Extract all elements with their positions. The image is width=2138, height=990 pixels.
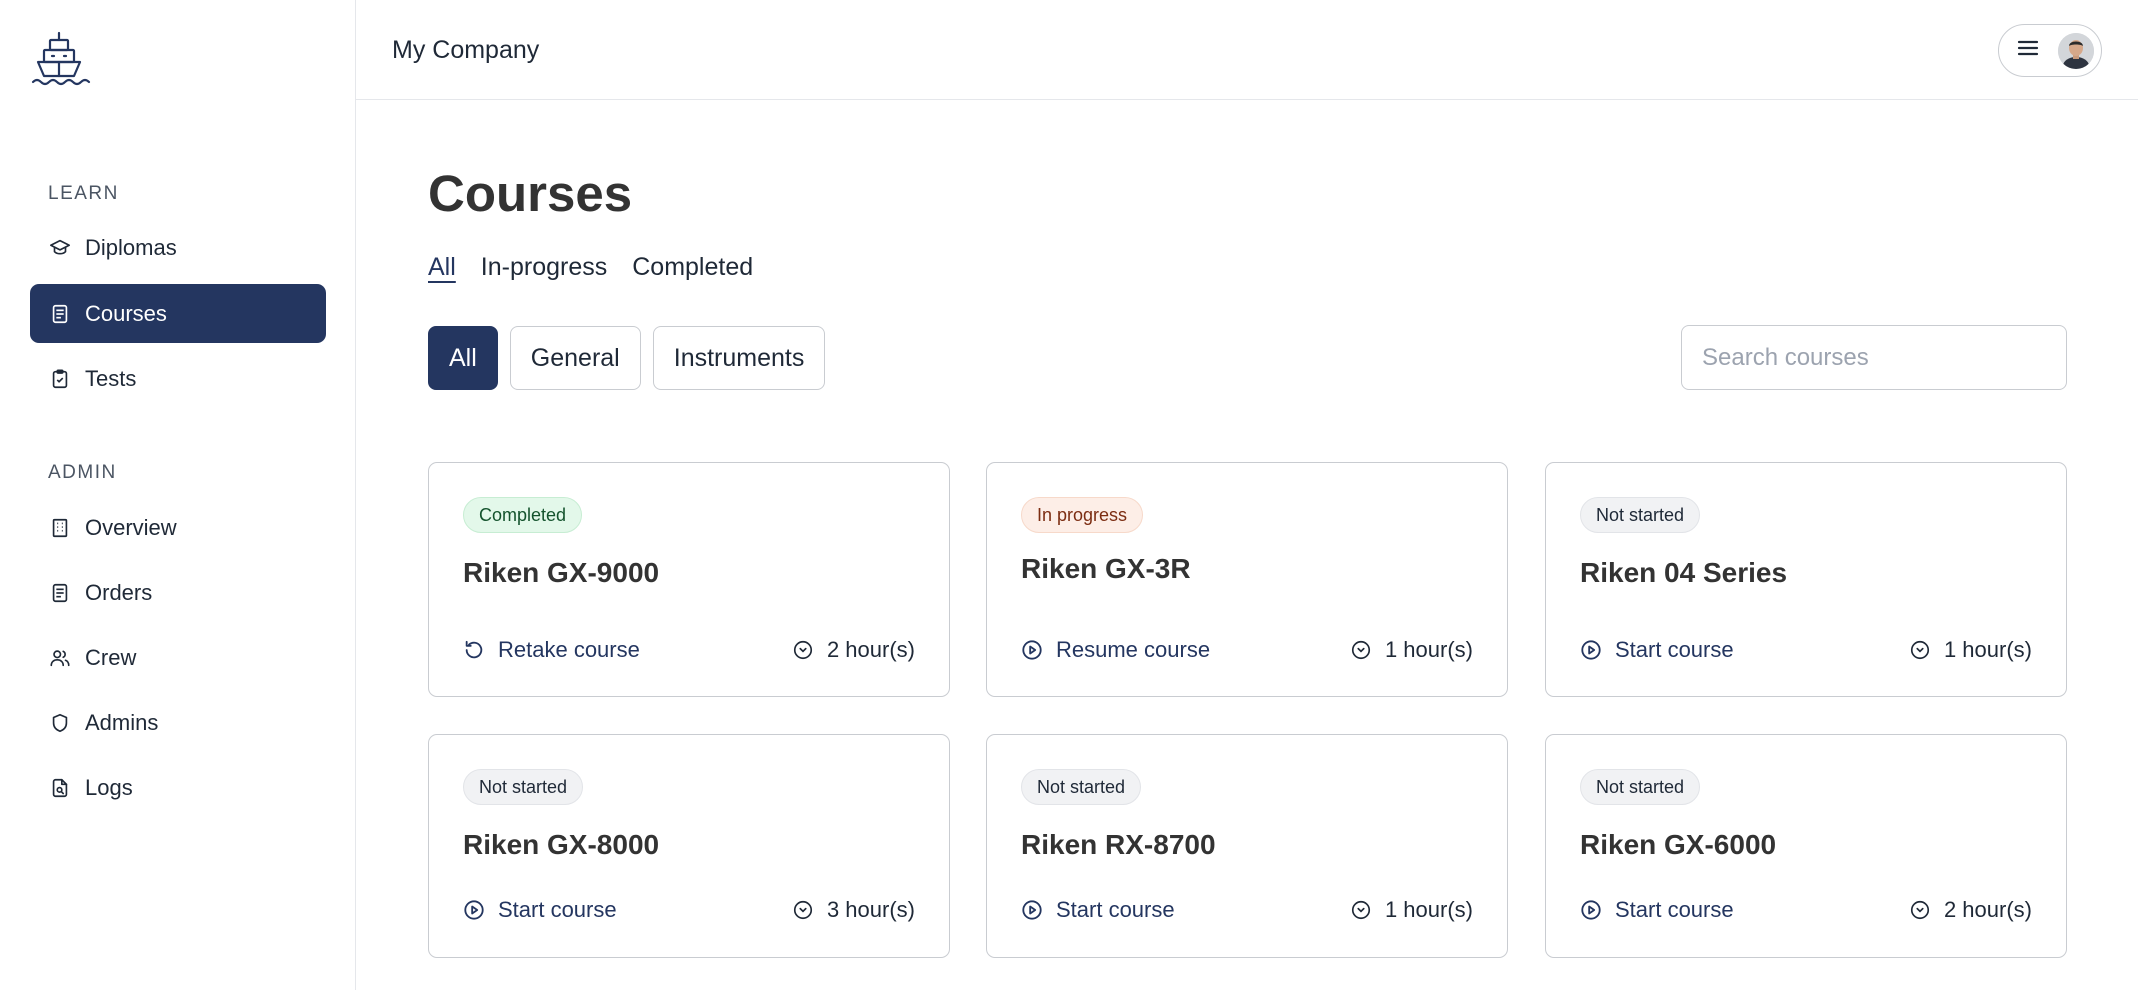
sidebar-item-label: Overview: [85, 514, 177, 540]
clock-icon: [1351, 900, 1371, 920]
user-menu-button[interactable]: [1998, 24, 2102, 77]
play-circle-icon: [464, 900, 484, 920]
clock-icon: [793, 900, 813, 920]
sidebar-item-logs[interactable]: Logs: [30, 758, 326, 817]
sidebar-item-tests[interactable]: Tests: [30, 349, 326, 408]
section-label-admin: ADMIN: [48, 462, 117, 483]
course-title: Riken 04 Series: [1580, 557, 1788, 588]
page-title: Courses: [428, 165, 633, 222]
status-badge: Not started: [1580, 497, 1701, 533]
sidebar-item-diplomas[interactable]: Diplomas: [30, 218, 326, 277]
status-badge: Not started: [463, 769, 584, 805]
resume-course-button[interactable]: Resume course: [1021, 637, 1210, 663]
tab-completed[interactable]: Completed: [632, 253, 753, 286]
play-circle-icon: [1581, 640, 1601, 660]
filter-instruments-button[interactable]: Instruments: [652, 326, 826, 390]
sidebar-item-overview[interactable]: Overview: [30, 498, 326, 557]
course-duration: 2 hour(s): [792, 637, 915, 663]
course-title: Riken GX-9000: [463, 557, 660, 588]
topbar: My Company: [356, 0, 2138, 100]
sidebar-item-label: Logs: [85, 774, 133, 800]
action-label: Resume course: [1056, 637, 1211, 662]
course-duration: 2 hour(s): [1909, 897, 2032, 923]
duration-value: 1 hour(s): [1384, 637, 1473, 662]
sidebar-item-label: Diplomas: [85, 234, 177, 260]
filter-all-button[interactable]: All: [428, 326, 498, 390]
start-course-button[interactable]: Start course: [463, 897, 617, 923]
course-duration: 3 hour(s): [792, 897, 915, 923]
course-title: Riken GX-3R: [1021, 553, 1191, 584]
course-card[interactable]: Not started Riken GX-6000 Start course 2…: [1545, 734, 2067, 958]
course-title: Riken GX-8000: [463, 829, 660, 860]
graduation-cap-icon: [48, 236, 72, 260]
duration-value: 2 hour(s): [826, 637, 915, 662]
clipboard-check-icon: [48, 367, 72, 391]
action-label: Retake course: [498, 637, 640, 662]
action-label: Start course: [1615, 897, 1734, 922]
sidebar-item-label: Orders: [85, 579, 153, 605]
duration-value: 2 hour(s): [1943, 897, 2032, 922]
users-icon: [48, 646, 72, 670]
course-card[interactable]: In progress Riken GX-3R Resume course 1 …: [986, 462, 1508, 697]
clock-icon: [793, 640, 813, 660]
status-badge: Not started: [1580, 769, 1701, 805]
course-title: Riken GX-6000: [1580, 829, 1777, 860]
section-label-learn: LEARN: [48, 183, 119, 204]
action-label: Start course: [498, 897, 617, 922]
play-circle-icon: [1022, 900, 1042, 920]
company-name: My Company: [392, 36, 540, 64]
sidebar-item-crew[interactable]: Crew: [30, 628, 326, 687]
duration-value: 3 hour(s): [826, 897, 915, 922]
building-icon: [48, 516, 72, 540]
retake-course-button[interactable]: Retake course: [463, 637, 640, 663]
document-icon: [48, 581, 72, 605]
course-card[interactable]: Not started Riken 04 Series Start course…: [1545, 462, 2067, 697]
retake-icon: [465, 640, 483, 659]
start-course-button[interactable]: Start course: [1580, 897, 1734, 923]
duration-value: 1 hour(s): [1384, 897, 1473, 922]
duration-value: 1 hour(s): [1943, 637, 2032, 662]
course-card[interactable]: Not started Riken RX-8700 Start course 1…: [986, 734, 1508, 958]
play-circle-icon: [1022, 640, 1042, 660]
clock-icon: [1910, 640, 1930, 660]
course-card[interactable]: Not started Riken GX-8000 Start course 3…: [428, 734, 950, 958]
sidebar-item-label: Admins: [85, 709, 159, 735]
document-icon: [48, 302, 72, 326]
start-course-button[interactable]: Start course: [1021, 897, 1175, 923]
action-label: Start course: [1056, 897, 1175, 922]
clock-icon: [1351, 640, 1371, 660]
sidebar-item-label: Crew: [85, 644, 137, 670]
category-filters: All General Instruments: [428, 326, 826, 390]
course-duration: 1 hour(s): [1350, 897, 1473, 923]
avatar: [2058, 32, 2094, 69]
course-duration: 1 hour(s): [1909, 637, 2032, 663]
ship-logo-icon[interactable]: [30, 30, 92, 88]
start-course-button[interactable]: Start course: [1580, 637, 1734, 663]
hamburger-menu-icon: [2017, 39, 2039, 62]
shield-icon: [48, 711, 72, 735]
status-tabs: All In-progress Completed: [428, 253, 753, 286]
action-label: Start course: [1615, 637, 1734, 662]
sidebar: LEARN Diplomas Courses Tests ADMIN Overv…: [0, 0, 356, 990]
sidebar-item-label: Tests: [85, 365, 137, 391]
sidebar-item-label: Courses: [85, 300, 167, 326]
status-badge: Completed: [463, 497, 583, 533]
play-circle-icon: [1581, 900, 1601, 920]
course-duration: 1 hour(s): [1350, 637, 1473, 663]
sidebar-item-courses[interactable]: Courses: [30, 284, 326, 343]
filter-general-button[interactable]: General: [509, 326, 641, 390]
tab-in-progress[interactable]: In-progress: [481, 253, 607, 286]
status-badge: Not started: [1021, 769, 1142, 805]
course-card[interactable]: Completed Riken GX-9000 Retake course 2 …: [428, 462, 950, 697]
status-badge: In progress: [1021, 497, 1144, 533]
file-search-icon: [48, 776, 72, 800]
sidebar-item-admins[interactable]: Admins: [30, 693, 326, 752]
tab-all[interactable]: All: [428, 253, 456, 286]
course-title: Riken RX-8700: [1021, 829, 1216, 860]
sidebar-item-orders[interactable]: Orders: [30, 563, 326, 622]
search-input[interactable]: [1681, 325, 2067, 390]
clock-icon: [1910, 900, 1930, 920]
